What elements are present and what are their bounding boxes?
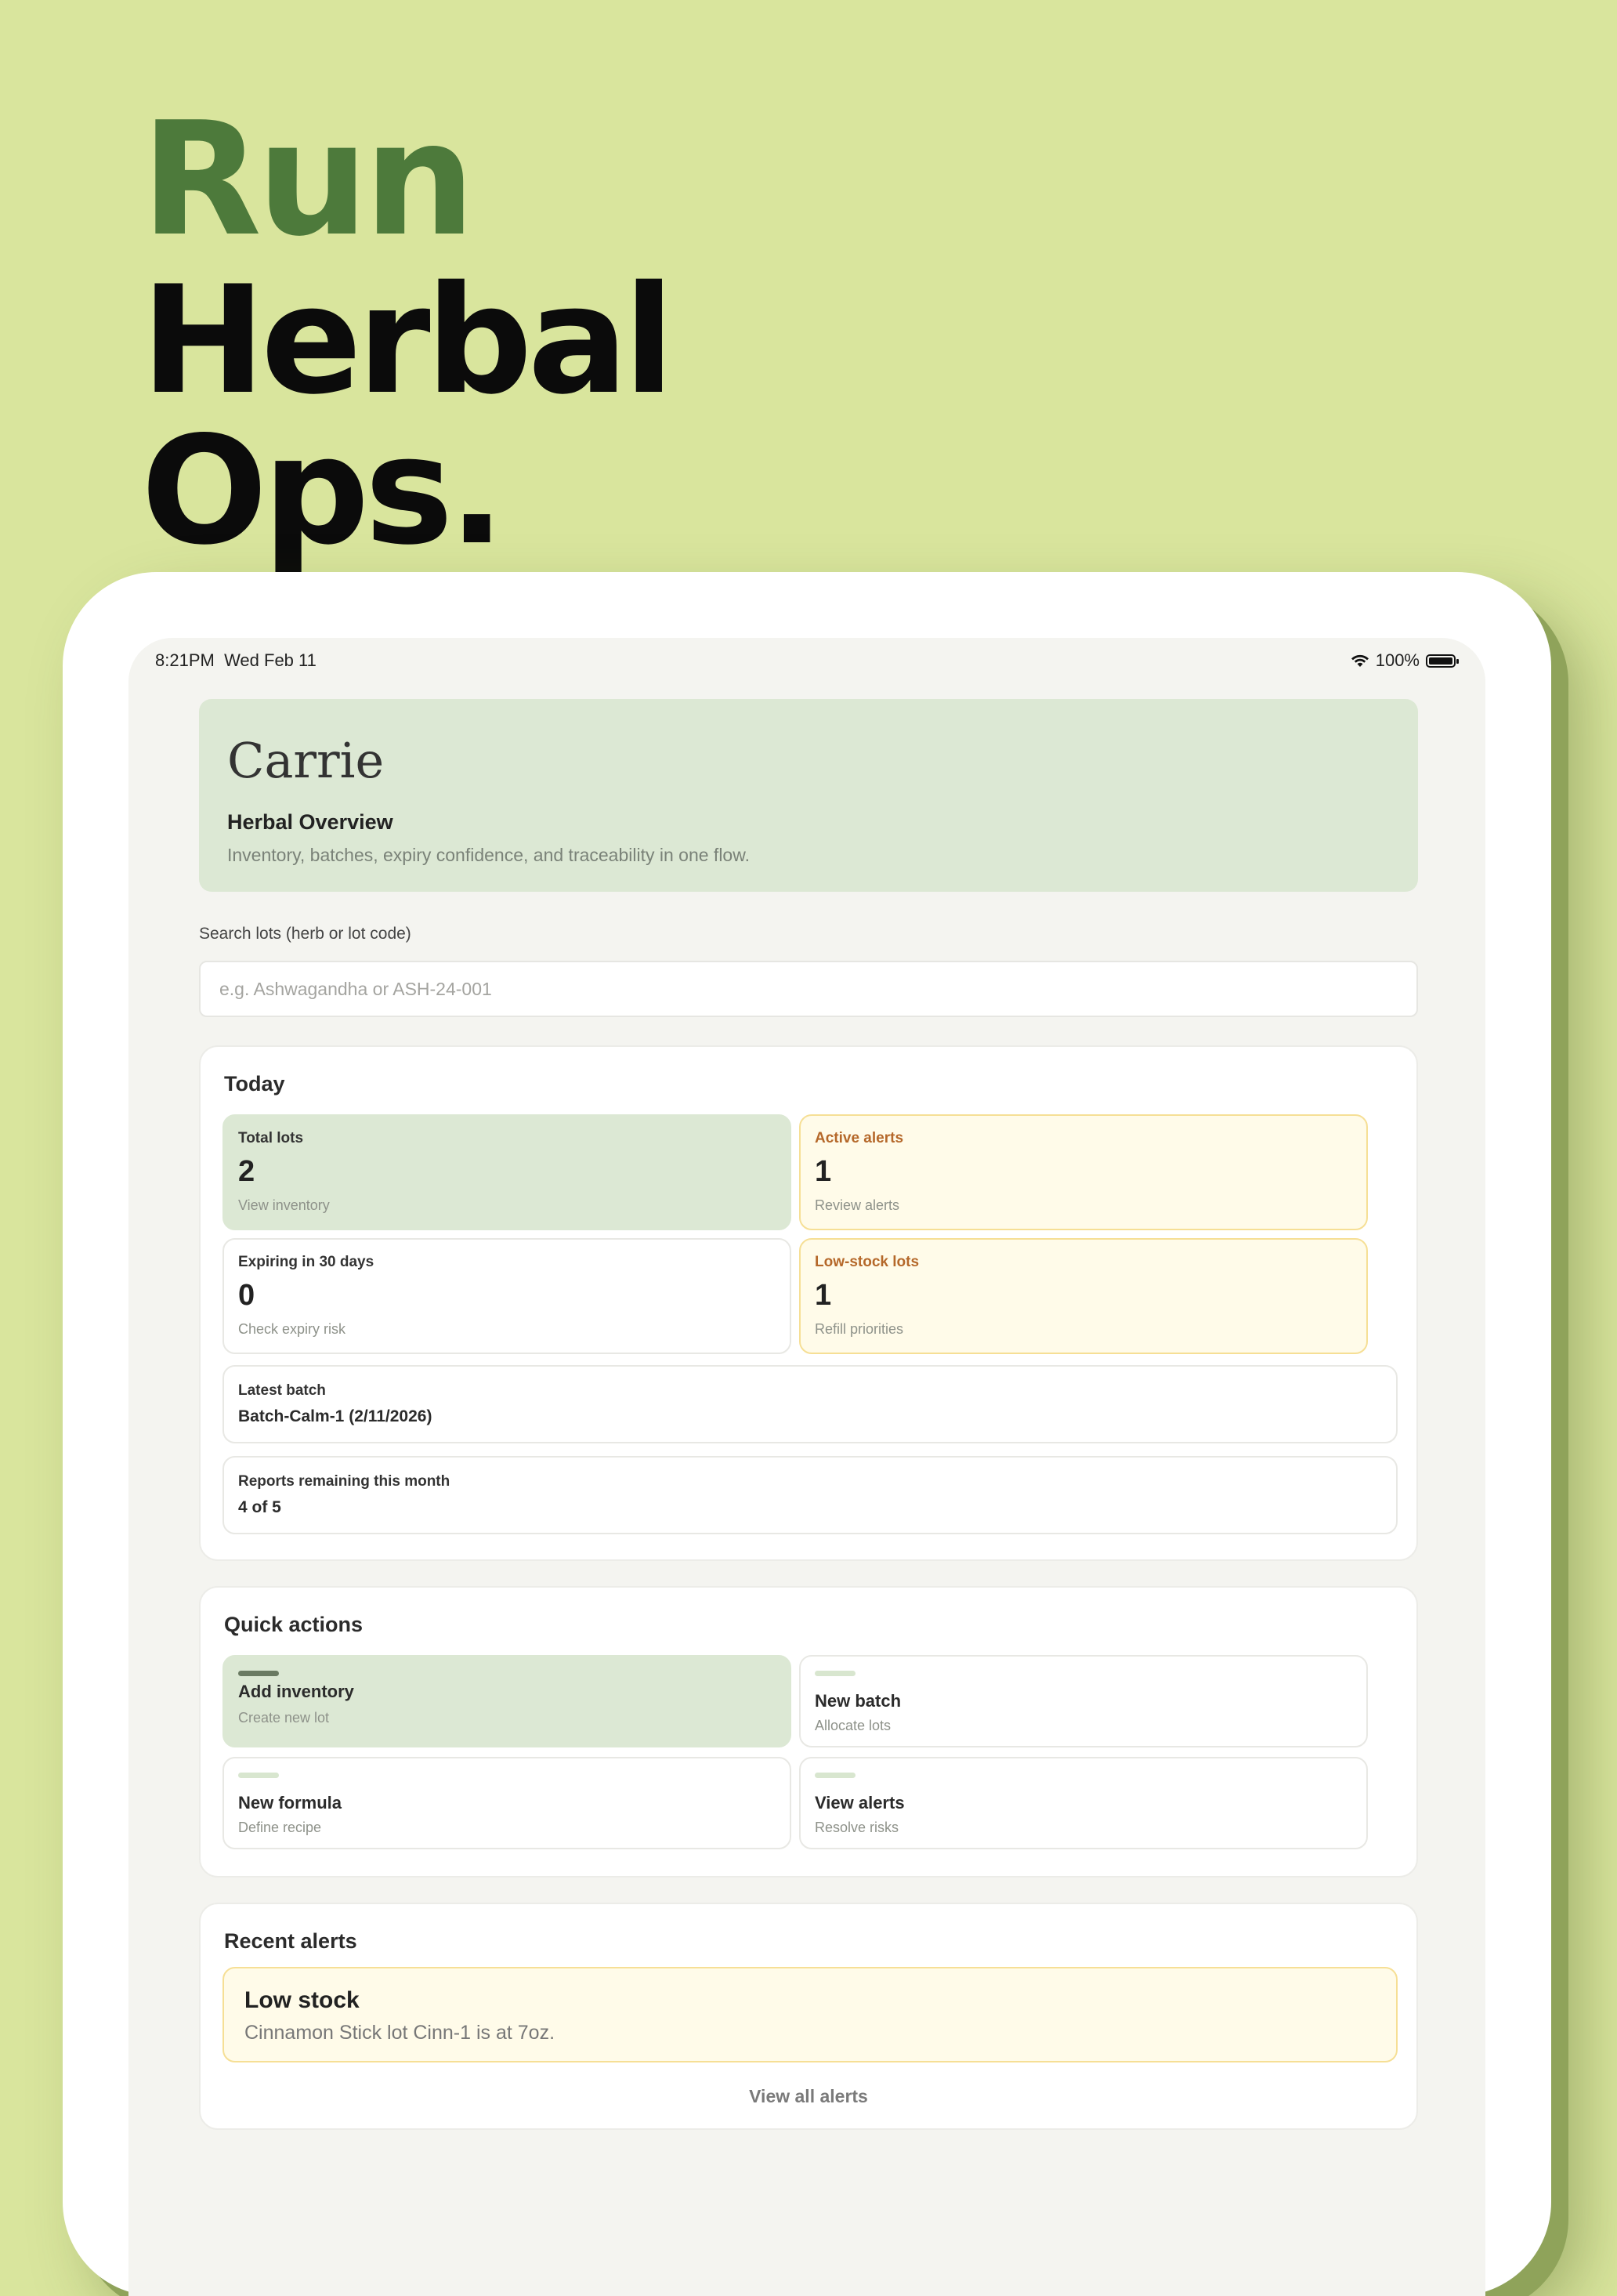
alert-item[interactable]: Low stock Cinnamon Stick lot Cinn-1 is a…	[222, 1967, 1398, 2062]
add-inventory-button[interactable]: Add inventory Create new lot	[222, 1655, 791, 1747]
expiring-tile[interactable]: Expiring in 30 days 0 Check expiry risk	[222, 1238, 791, 1354]
reports-value: 4 of 5	[238, 1498, 281, 1516]
tile-value: 1	[815, 1155, 832, 1188]
new-formula-button[interactable]: New formula Define recipe	[222, 1757, 791, 1849]
tile-hint: Refill priorities	[815, 1321, 904, 1337]
view-all-alerts-link[interactable]: View all alerts	[201, 2086, 1416, 2107]
search-input[interactable]	[199, 961, 1418, 1017]
action-subtitle: Define recipe	[238, 1820, 322, 1835]
latest-batch-row[interactable]: Latest batch Batch-Calm-1 (2/11/2026)	[222, 1365, 1398, 1443]
alert-text: Cinnamon Stick lot Cinn-1 is at 7oz.	[244, 2022, 555, 2044]
battery-percent: 100%	[1375, 650, 1420, 670]
action-title: Add inventory	[238, 1682, 354, 1701]
tile-label: Low-stock lots	[815, 1254, 920, 1270]
low-stock-tile[interactable]: Low-stock lots 1 Refill priorities	[799, 1238, 1368, 1354]
action-accent	[238, 1773, 279, 1778]
overview-title: Herbal Overview	[227, 810, 393, 834]
today-title: Today	[224, 1072, 285, 1095]
status-date: Wed Feb 11	[224, 650, 317, 670]
search-label: Search lots (herb or lot code)	[199, 925, 411, 943]
today-card: Today Total lots 2 View inventory Active…	[199, 1045, 1418, 1561]
tile-value: 1	[815, 1279, 832, 1312]
tile-label: Total lots	[238, 1130, 304, 1146]
action-title: New formula	[238, 1793, 342, 1813]
tile-hint: View inventory	[238, 1197, 330, 1213]
tile-value: 0	[238, 1279, 255, 1312]
action-subtitle: Resolve risks	[815, 1820, 899, 1835]
tile-hint: Review alerts	[815, 1197, 900, 1213]
action-accent	[815, 1671, 856, 1676]
latest-batch-label: Latest batch	[238, 1382, 326, 1399]
status-time-date: 8:21PM Wed Feb 11	[155, 650, 317, 671]
overview-description: Inventory, batches, expiry confidence, a…	[227, 845, 750, 865]
view-alerts-button[interactable]: View alerts Resolve risks	[799, 1757, 1368, 1849]
tile-label: Active alerts	[815, 1130, 904, 1146]
action-subtitle: Create new lot	[238, 1710, 330, 1726]
user-name: Carrie	[227, 732, 385, 789]
tile-value: 2	[238, 1155, 255, 1188]
latest-batch-value: Batch-Calm-1 (2/11/2026)	[238, 1407, 432, 1425]
overview-header: Carrie Herbal Overview Inventory, batche…	[199, 699, 1418, 892]
recent-alerts-title: Recent alerts	[224, 1929, 357, 1953]
headline-run: Run	[141, 89, 476, 271]
promo-headline: Run Herbal Ops.	[141, 89, 675, 578]
active-alerts-tile[interactable]: Active alerts 1 Review alerts	[799, 1114, 1368, 1230]
tile-hint: Check expiry risk	[238, 1321, 346, 1337]
headline-herbal: Herbal	[141, 254, 675, 427]
status-indicators: 100%	[1351, 650, 1459, 671]
status-bar: 8:21PM Wed Feb 11 100%	[128, 638, 1485, 680]
recent-alerts-card: Recent alerts Low stock Cinnamon Stick l…	[199, 1903, 1418, 2130]
action-title: View alerts	[815, 1793, 905, 1813]
reports-remaining-row: Reports remaining this month 4 of 5	[222, 1456, 1398, 1534]
app-screen: 8:21PM Wed Feb 11 100% Carrie Herbal Ove…	[128, 638, 1485, 2296]
quick-actions-title: Quick actions	[224, 1613, 364, 1636]
battery-icon	[1426, 654, 1459, 668]
quick-actions-card: Quick actions Add inventory Create new l…	[199, 1586, 1418, 1878]
status-time: 8:21PM	[155, 650, 215, 670]
reports-label: Reports remaining this month	[238, 1473, 450, 1490]
new-batch-button[interactable]: New batch Allocate lots	[799, 1655, 1368, 1747]
wifi-icon	[1351, 654, 1369, 667]
total-lots-tile[interactable]: Total lots 2 View inventory	[222, 1114, 791, 1230]
action-accent	[238, 1671, 279, 1676]
action-accent	[815, 1773, 856, 1778]
action-subtitle: Allocate lots	[815, 1718, 892, 1733]
action-title: New batch	[815, 1691, 902, 1711]
alert-title: Low stock	[244, 1987, 360, 2013]
headline-ops: Ops.	[141, 404, 505, 578]
tablet-frame: 8:21PM Wed Feb 11 100% Carrie Herbal Ove…	[63, 572, 1551, 2296]
tile-label: Expiring in 30 days	[238, 1254, 374, 1270]
